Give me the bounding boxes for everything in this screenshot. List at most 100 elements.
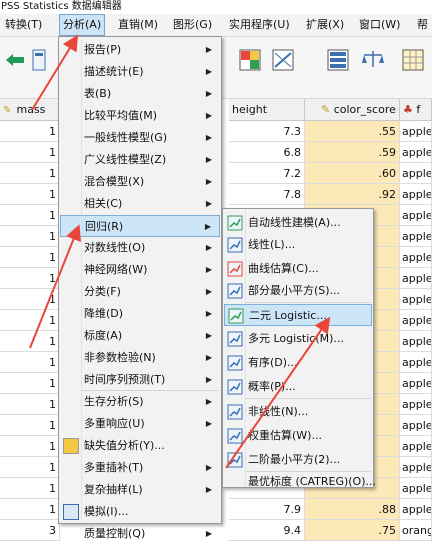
regression-menu-item[interactable]: 部分最小平方(S)... xyxy=(224,280,372,302)
cell-mass[interactable]: 1 xyxy=(0,310,60,331)
analyze-menu-item[interactable]: 时间序列预测(T) ▶ xyxy=(60,369,220,391)
analyze-menu-item[interactable]: 表(B) ▶ xyxy=(60,83,220,105)
column-header-fruit[interactable]: ♣ f xyxy=(400,99,432,121)
analyze-menu-item[interactable]: 相关(C) ▶ xyxy=(60,193,220,215)
analyze-menu-item[interactable]: 描述统计(E) ▶ xyxy=(60,61,220,83)
cell-height[interactable]: 9.4 xyxy=(229,520,305,541)
cell-fruit[interactable]: apple xyxy=(400,415,432,436)
cell-mass[interactable]: 1 xyxy=(0,121,60,142)
grid-icon[interactable] xyxy=(400,47,426,73)
cell-fruit[interactable]: apple xyxy=(400,436,432,457)
cell-mass[interactable]: 1 xyxy=(0,415,60,436)
cell-fruit[interactable]: apple xyxy=(400,142,432,163)
analyze-menu-item[interactable]: 混合模型(X) ▶ xyxy=(60,171,220,193)
analyze-menu-item[interactable]: 标度(A) ▶ xyxy=(60,325,220,347)
analyze-menu-item[interactable]: 质量控制(Q) ▶ xyxy=(60,523,220,545)
analyze-menu-item[interactable]: 一般线性模型(G) ▶ xyxy=(60,127,220,149)
cell-mass[interactable]: 1 xyxy=(0,394,60,415)
regression-menu-item[interactable]: 多元 Logistic(M)... xyxy=(224,328,372,350)
regression-menu-item[interactable]: 最优标度 (CATREG)(O)... xyxy=(224,471,376,493)
regression-menu-item[interactable]: 非线性(N)... xyxy=(224,401,372,423)
cell-mass[interactable]: 1 xyxy=(0,373,60,394)
cell-mass[interactable]: 1 xyxy=(0,226,60,247)
regression-menu-item[interactable]: 概率(P)... xyxy=(224,376,372,398)
analyze-menu-item[interactable]: 神经网络(W) ▶ xyxy=(60,259,220,281)
menu-window[interactable]: 窗口(W) xyxy=(356,14,403,36)
analyze-menu-item[interactable]: 生存分析(S) ▶ xyxy=(60,391,220,413)
menu-analyze[interactable]: 分析(A) xyxy=(59,14,106,36)
regression-menu-item[interactable]: 曲线估算(C)... xyxy=(224,258,372,280)
cell-mass[interactable]: 1 xyxy=(0,499,60,520)
cell-fruit[interactable]: apple xyxy=(400,289,432,310)
column-header-color-score[interactable]: ✎ color_score xyxy=(305,99,400,121)
cell-fruit[interactable]: apple xyxy=(400,121,432,142)
cell-mass[interactable]: 1 xyxy=(0,352,60,373)
analyze-menu-item[interactable]: 分类(F) ▶ xyxy=(60,281,220,303)
regression-menu-item[interactable]: 自动线性建模(A)... xyxy=(224,212,372,234)
regression-menu-item[interactable]: 有序(D)... xyxy=(224,352,372,374)
cell-color-score[interactable]: .59 xyxy=(305,142,400,163)
analyze-menu-item[interactable]: 回归(R) ▶ xyxy=(60,215,220,237)
undo-icon[interactable] xyxy=(2,47,28,73)
cell-mass[interactable]: 1 xyxy=(0,247,60,268)
cell-mass[interactable]: 1 xyxy=(0,457,60,478)
analyze-menu-item[interactable]: 降维(D) ▶ xyxy=(60,303,220,325)
cell-mass[interactable]: 1 xyxy=(0,268,60,289)
cell-fruit[interactable]: orang xyxy=(400,520,432,541)
cell-mass[interactable]: 1 xyxy=(0,205,60,226)
cell-color-score[interactable]: .92 xyxy=(305,184,400,205)
menu-help[interactable]: 帮 xyxy=(414,14,431,36)
regression-menu-item[interactable]: 线性(L)... xyxy=(224,234,372,256)
select-cases-icon[interactable] xyxy=(270,47,296,73)
menu-transform[interactable]: 转换(T) xyxy=(2,14,45,36)
regression-menu-item[interactable]: 二元 Logistic... xyxy=(224,304,372,326)
cell-height[interactable]: 7.3 xyxy=(229,121,305,142)
cell-color-score[interactable]: .60 xyxy=(305,163,400,184)
cell-mass[interactable]: 1 xyxy=(0,331,60,352)
cell-height[interactable]: 7.8 xyxy=(229,184,305,205)
cell-fruit[interactable]: apple xyxy=(400,499,432,520)
weight-cases-icon[interactable] xyxy=(360,47,386,73)
split-file-icon[interactable] xyxy=(237,47,263,73)
value-labels-icon[interactable] xyxy=(325,47,351,73)
cell-fruit[interactable]: apple xyxy=(400,352,432,373)
cell-fruit[interactable]: apple xyxy=(400,247,432,268)
cell-fruit[interactable]: apple xyxy=(400,163,432,184)
data-view-icon[interactable] xyxy=(30,47,48,73)
cell-fruit[interactable]: apple xyxy=(400,373,432,394)
cell-mass[interactable]: 1 xyxy=(0,142,60,163)
column-header-mass[interactable]: ✎ mass xyxy=(0,99,60,121)
analyze-menu-item[interactable]: 多重响应(U) ▶ xyxy=(60,413,220,435)
analyze-menu-item[interactable]: 比较平均值(M) ▶ xyxy=(60,105,220,127)
cell-mass[interactable]: 1 xyxy=(0,436,60,457)
cell-height[interactable]: 6.8 xyxy=(229,142,305,163)
analyze-menu-item[interactable]: 广义线性模型(Z) ▶ xyxy=(60,149,220,171)
menu-direct-marketing[interactable]: 直销(M) xyxy=(115,14,161,36)
analyze-menu-item[interactable]: 复杂抽样(L) ▶ xyxy=(60,479,220,501)
cell-color-score[interactable]: .88 xyxy=(305,499,400,520)
cell-mass[interactable]: 1 xyxy=(0,478,60,499)
cell-fruit[interactable]: apple xyxy=(400,205,432,226)
cell-fruit[interactable]: apple xyxy=(400,310,432,331)
analyze-menu-item[interactable]: 报告(P) ▶ xyxy=(60,39,220,61)
cell-fruit[interactable]: apple xyxy=(400,457,432,478)
menu-utilities[interactable]: 实用程序(U) xyxy=(226,14,293,36)
cell-fruit[interactable]: apple xyxy=(400,226,432,247)
analyze-menu-item[interactable]: 对数线性(O) ▶ xyxy=(60,237,220,259)
regression-menu-item[interactable]: 权重估算(W)... xyxy=(224,425,372,447)
cell-fruit[interactable]: apple xyxy=(400,478,432,499)
analyze-menu-item[interactable]: 缺失值分析(Y)... xyxy=(60,435,220,457)
menu-extensions[interactable]: 扩展(X) xyxy=(303,14,347,36)
cell-height[interactable]: 7.2 xyxy=(229,163,305,184)
column-header-height[interactable]: height xyxy=(229,99,305,121)
cell-mass[interactable]: 1 xyxy=(0,163,60,184)
cell-color-score[interactable]: .55 xyxy=(305,121,400,142)
cell-mass[interactable]: 1 xyxy=(0,184,60,205)
cell-fruit[interactable]: apple xyxy=(400,184,432,205)
cell-mass[interactable]: 1 xyxy=(0,289,60,310)
cell-fruit[interactable]: apple xyxy=(400,331,432,352)
regression-menu-item[interactable]: 二阶最小平方(2)... xyxy=(224,449,372,471)
cell-color-score[interactable]: .75 xyxy=(305,520,400,541)
analyze-menu-item[interactable]: 多重插补(T) ▶ xyxy=(60,457,220,479)
analyze-menu-item[interactable]: 模拟(I)... xyxy=(60,501,220,523)
